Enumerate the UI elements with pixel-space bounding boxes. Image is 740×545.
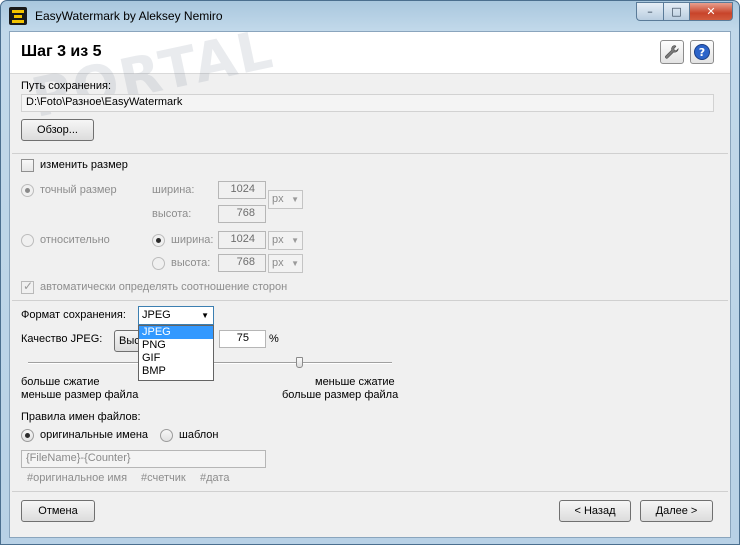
format-option-jpeg[interactable]: JPEG — [139, 326, 213, 339]
format-option-bmp[interactable]: BMP — [139, 365, 213, 378]
exact-width-input[interactable]: 1024 — [218, 181, 266, 199]
window-title: EasyWatermark by Aleksey Nemiro — [35, 9, 223, 23]
quality-slider-thumb[interactable] — [296, 357, 303, 368]
format-label: Формат сохранения: — [21, 309, 126, 321]
exact-height-label: высота: — [152, 208, 192, 220]
relative-size-label: относительно — [40, 234, 110, 246]
maximize-button[interactable]: □ — [663, 2, 689, 21]
separator — [12, 300, 728, 301]
next-button[interactable]: Далее > — [640, 500, 713, 522]
title-bar[interactable]: EasyWatermark by Aleksey Nemiro – □ ✕ — [1, 1, 739, 31]
format-option-png[interactable]: PNG — [139, 339, 213, 352]
relative-size-radio[interactable] — [21, 234, 34, 247]
template-label: шаблон — [179, 429, 219, 441]
help-icon: ? — [694, 44, 710, 60]
exact-height-input[interactable]: 768 — [218, 205, 266, 223]
check-icon: ✓ — [23, 279, 34, 293]
step-title: Шаг 3 из 5 — [21, 43, 102, 60]
token-original-name: #оригинальное имя — [27, 472, 128, 484]
resize-label: изменить размер — [40, 159, 128, 171]
quality-label: Качество JPEG: — [21, 333, 103, 345]
portal-watermark: PORTAL — [26, 17, 280, 130]
cancel-button[interactable]: Отмена — [21, 500, 95, 522]
aspect-ratio-label: автоматически определять соотношение сто… — [40, 281, 288, 293]
relative-width-radio[interactable] — [152, 234, 165, 247]
relative-height-unit-select[interactable]: px ▼ — [268, 254, 303, 273]
browse-button[interactable]: Обзор... — [21, 119, 94, 141]
relative-width-input[interactable]: 1024 — [218, 231, 266, 249]
wizard-header: Шаг 3 из 5 PORTAL ? — [10, 17, 730, 130]
exact-width-unit-select[interactable]: px ▼ — [268, 190, 303, 209]
separator — [12, 153, 728, 154]
back-button[interactable]: < Назад — [559, 500, 631, 522]
separator — [12, 491, 728, 492]
chevron-down-icon: ▼ — [291, 195, 299, 204]
quality-unit: % — [269, 333, 279, 345]
window-controls: – □ ✕ — [636, 2, 733, 22]
relative-width-label: ширина: — [171, 234, 214, 246]
exact-size-radio[interactable] — [21, 184, 34, 197]
smaller-file-label: меньше размер файла — [21, 389, 139, 401]
format-select[interactable]: JPEG ▼ — [138, 306, 214, 325]
aspect-ratio-checkbox[interactable]: ✓ — [21, 279, 34, 294]
token-date: #дата — [200, 472, 230, 484]
relative-height-input[interactable]: 768 — [218, 254, 266, 272]
original-names-radio[interactable] — [21, 429, 34, 442]
relative-height-label: высота: — [171, 257, 211, 269]
template-input[interactable]: {FileName}-{Counter} — [21, 450, 266, 468]
minimize-button[interactable]: – — [636, 2, 663, 21]
save-path-field[interactable]: D:\Foto\Разное\EasyWatermark — [21, 94, 714, 112]
relative-width-unit-select[interactable]: px ▼ — [268, 231, 303, 250]
close-button[interactable]: ✕ — [689, 2, 733, 21]
wrench-icon — [665, 45, 679, 59]
app-logo-icon — [9, 7, 27, 25]
quality-input[interactable]: 75 — [219, 330, 266, 348]
format-option-gif[interactable]: GIF — [139, 352, 213, 365]
chevron-down-icon: ▼ — [291, 236, 299, 245]
more-compression-label: больше сжатие — [21, 376, 100, 388]
chevron-down-icon: ▼ — [291, 259, 299, 268]
settings-button[interactable] — [660, 40, 684, 64]
relative-height-radio[interactable] — [152, 257, 165, 270]
chevron-down-icon: ▼ — [201, 311, 209, 320]
resize-checkbox[interactable] — [21, 159, 34, 172]
exact-size-label: точный размер — [40, 184, 117, 196]
dialog-client-area: Шаг 3 из 5 PORTAL ? Путь сохранения: D:\… — [9, 17, 731, 538]
help-button[interactable]: ? — [690, 40, 714, 64]
token-counter: #счетчик — [141, 472, 186, 484]
app-window: EasyWatermark by Aleksey Nemiro – □ ✕ Ша… — [0, 0, 740, 545]
larger-file-label: больше размер файла — [282, 389, 399, 401]
template-radio[interactable] — [160, 429, 173, 442]
format-dropdown-list: JPEG PNG GIF BMP — [138, 325, 214, 381]
exact-width-label: ширина: — [152, 184, 195, 196]
original-names-label: оригинальные имена — [40, 429, 149, 441]
save-path-label: Путь сохранения: — [21, 80, 112, 92]
less-compression-label: меньше сжатие — [315, 376, 395, 388]
naming-rules-label: Правила имен файлов: — [21, 411, 141, 423]
